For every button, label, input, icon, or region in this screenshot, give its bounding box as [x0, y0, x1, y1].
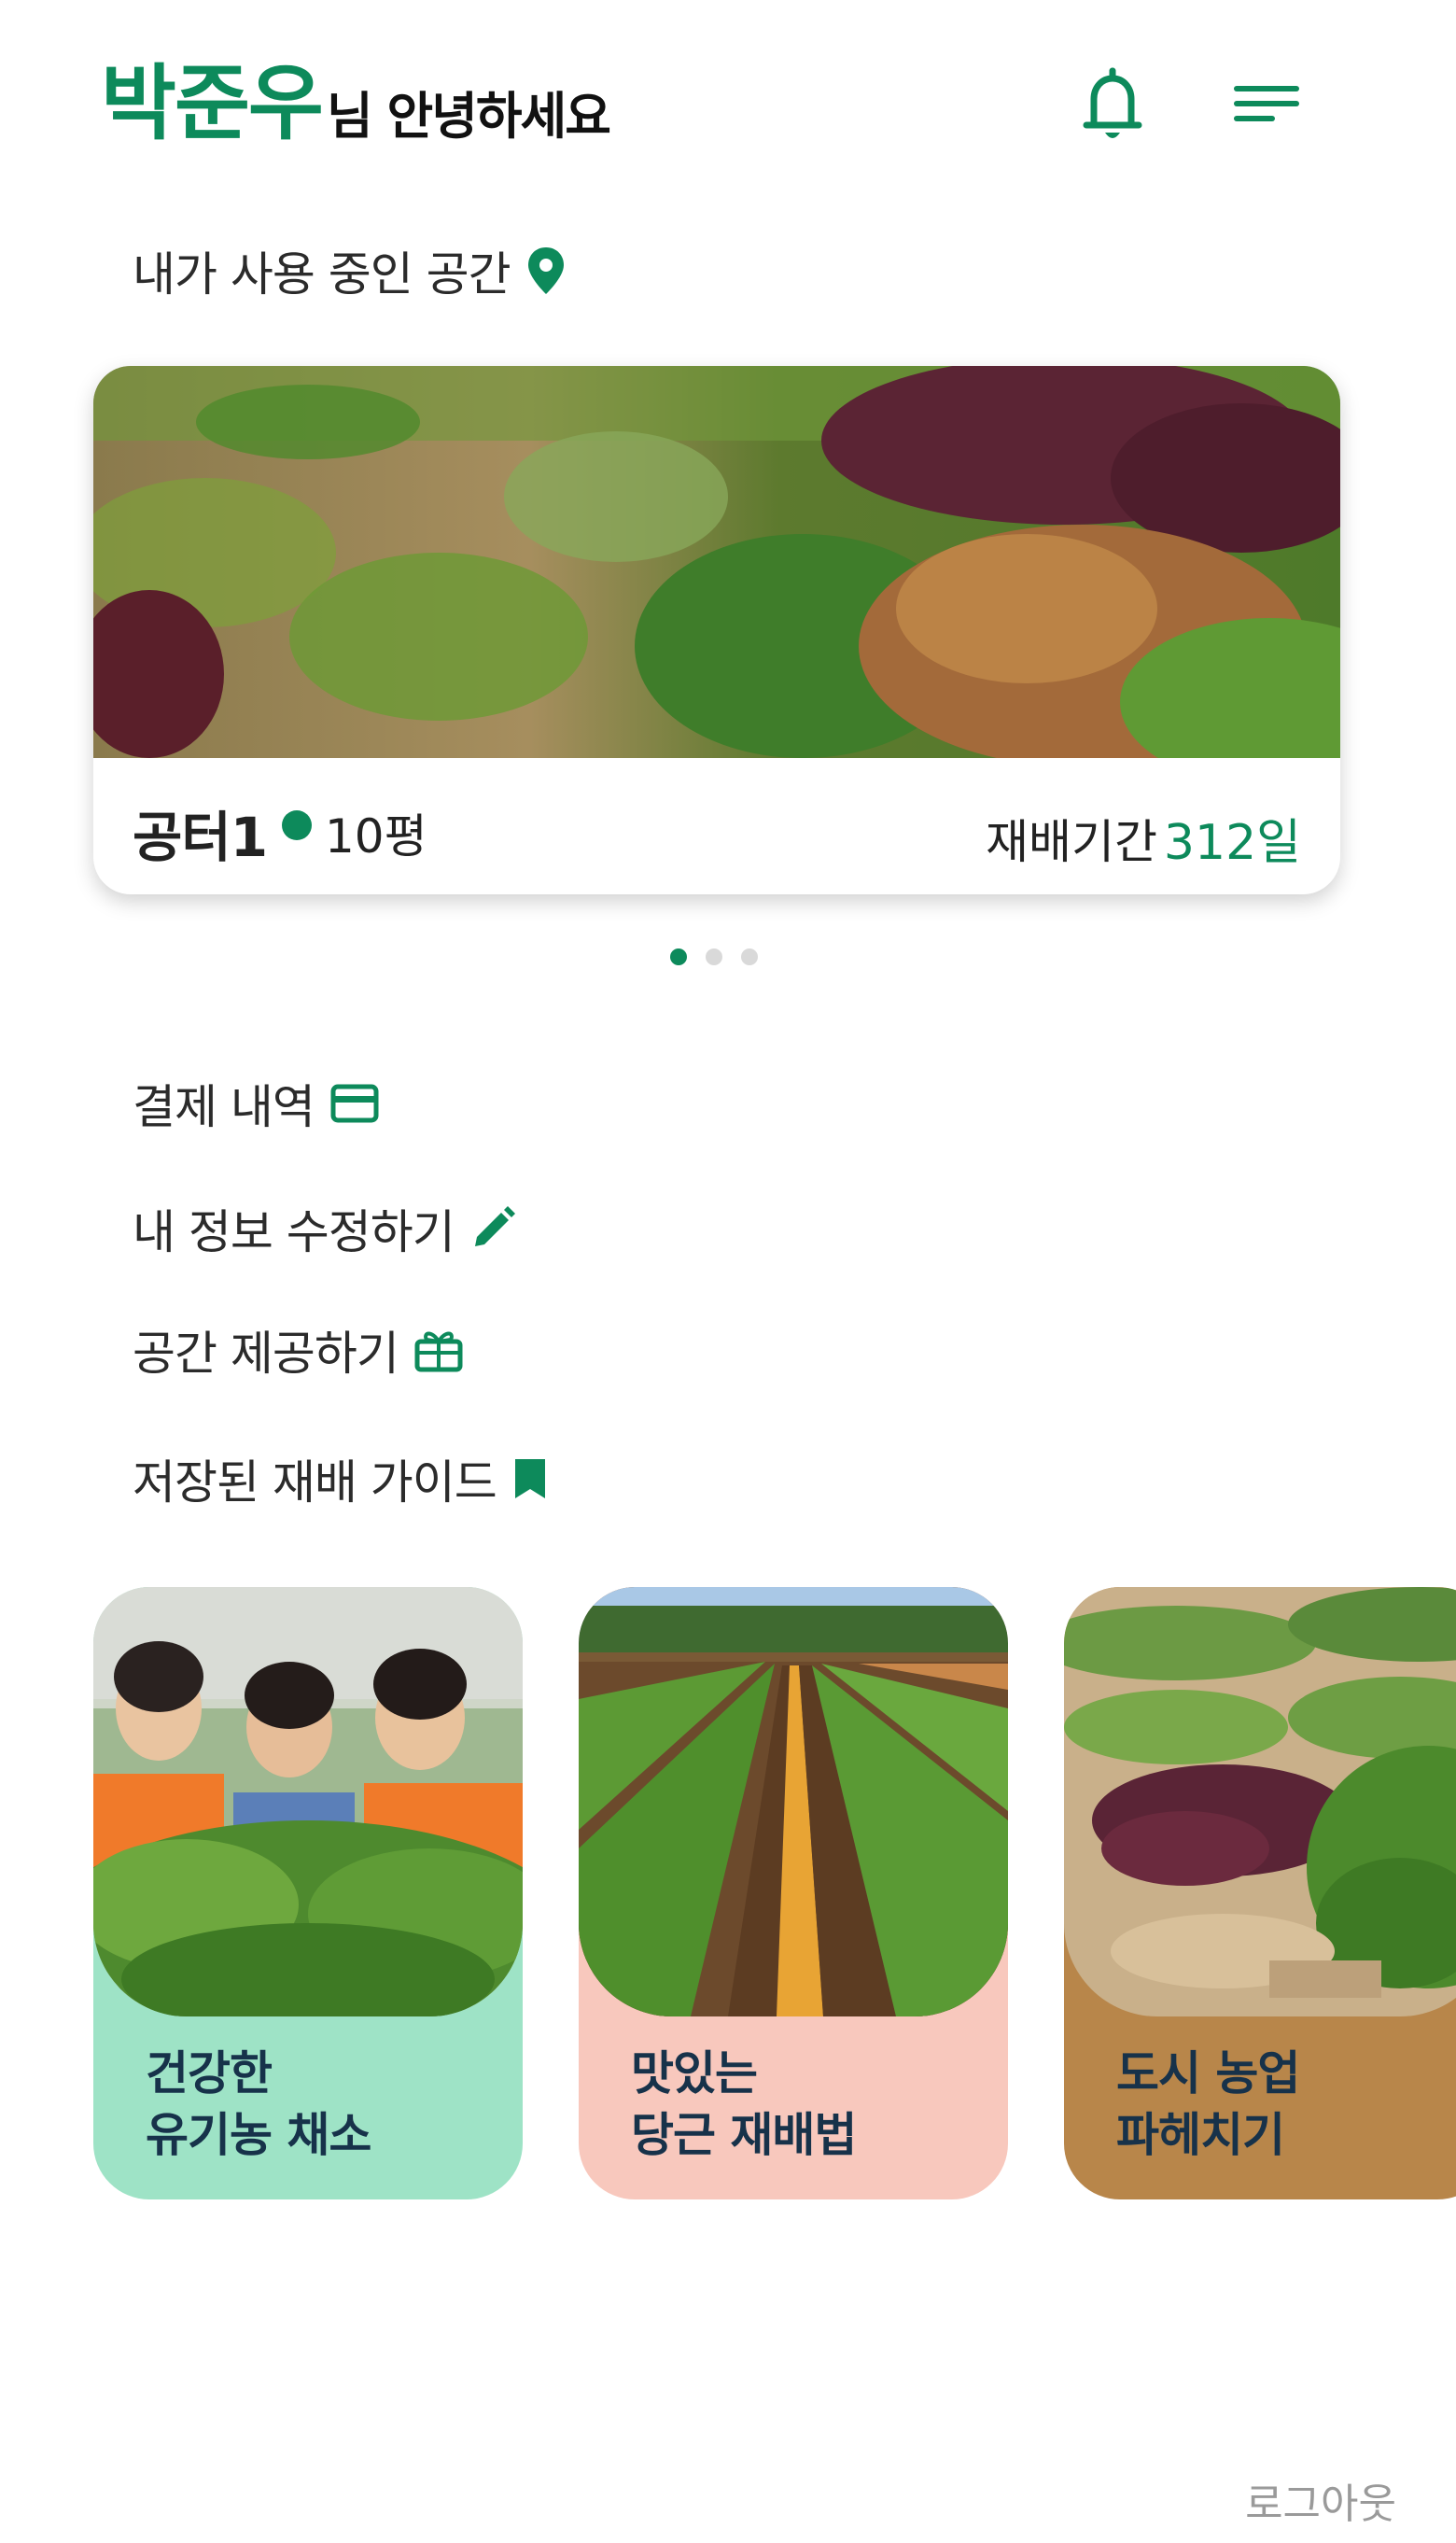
space-size: 10평 [325, 809, 427, 864]
guide-title: 도시 농업 파헤치기 [1116, 2043, 1300, 2166]
bookmark-icon [514, 1459, 545, 1498]
guide-card[interactable]: 도시 농업 파헤치기 [1064, 1587, 1456, 2199]
edit-profile-item[interactable]: 내 정보 수정하기 [133, 1195, 516, 1262]
guide-title-line: 당근 재배법 [631, 2108, 857, 2162]
credit-card-icon [330, 1084, 379, 1123]
provide-space-item[interactable]: 공간 제공하기 [133, 1316, 464, 1384]
guide-photo [93, 1587, 523, 2016]
period-label: 재배기간 [986, 815, 1157, 869]
space-card[interactable]: 공터1 10평 재배기간 312일 [93, 366, 1340, 894]
logout-link[interactable]: 로그아웃 [1245, 2470, 1396, 2530]
spaces-label-text: 내가 사용 중인 공간 [133, 247, 511, 302]
header: 박준우 님 안녕하세요 [0, 0, 1456, 187]
carousel-pager [670, 948, 758, 965]
guide-photo [1064, 1587, 1456, 2016]
greeting-text: 님 안녕하세요 [327, 87, 611, 146]
payment-history-item[interactable]: 결제 내역 [133, 1070, 380, 1137]
gift-icon [414, 1331, 463, 1372]
space-name: 공터1 [133, 806, 268, 869]
space-photo [93, 366, 1340, 758]
location-pin-icon [527, 247, 564, 294]
spaces-section-label: 내가 사용 중인 공간 [133, 237, 567, 304]
guide-photo [579, 1587, 1008, 2016]
payment-history-label: 결제 내역 [133, 1080, 315, 1134]
menu-icon[interactable] [1234, 80, 1299, 127]
guide-card[interactable]: 맛있는 당근 재배법 [579, 1587, 1008, 2199]
pager-dot[interactable] [706, 948, 722, 965]
pencil-icon [474, 1206, 515, 1246]
user-name: 박준우 [101, 55, 324, 151]
period-value: 312일 [1163, 815, 1301, 871]
guide-title-line: 유기농 채소 [146, 2108, 371, 2162]
guide-title-line: 맛있는 [631, 2046, 758, 2100]
pager-dot[interactable] [670, 948, 687, 965]
space-info: 공터1 10평 재배기간 312일 [93, 758, 1340, 894]
guide-carousel: 건강한 유기농 채소 맛있는 당근 재배법 도시 농업 파헤치기 [0, 1587, 1456, 2203]
saved-guides-label: 저장된 재배 가이드 [133, 1455, 497, 1510]
guide-title-line: 파헤치기 [1116, 2108, 1285, 2162]
edit-profile-label: 내 정보 수정하기 [133, 1205, 455, 1259]
provide-space-label: 공간 제공하기 [133, 1327, 399, 1381]
saved-guides-label-row[interactable]: 저장된 재배 가이드 [133, 1445, 549, 1512]
bell-icon[interactable] [1081, 65, 1144, 144]
guide-card[interactable]: 건강한 유기농 채소 [93, 1587, 523, 2199]
pager-dot[interactable] [741, 948, 758, 965]
guide-title: 건강한 유기농 채소 [146, 2043, 371, 2166]
guide-title-line: 건강한 [146, 2046, 273, 2100]
guide-title: 맛있는 당근 재배법 [631, 2043, 857, 2166]
guide-title-line: 도시 농업 [1116, 2046, 1300, 2100]
status-dot [282, 810, 312, 840]
